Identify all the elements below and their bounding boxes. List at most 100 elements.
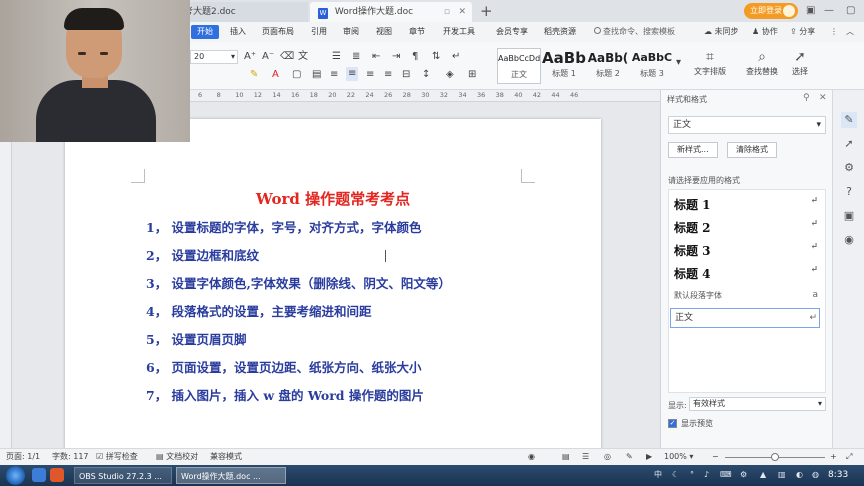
chinese-layout-icon[interactable]: ¶ xyxy=(412,50,418,64)
menu-docer[interactable]: 稻壳资源 xyxy=(544,25,576,39)
zoom-out-icon[interactable]: − xyxy=(712,451,719,463)
adjust-icon[interactable]: ⚙ xyxy=(841,160,857,176)
distribute-icon[interactable]: ⊟ xyxy=(402,68,410,82)
highlight-icon[interactable]: ✎ xyxy=(250,68,258,82)
align-right-icon[interactable]: ≡ xyxy=(366,68,374,82)
menu-insert[interactable]: 插入 xyxy=(230,25,246,39)
font-color-icon[interactable]: A xyxy=(272,68,279,82)
list-item-heading2[interactable]: 标题 2 ↵ xyxy=(674,219,820,236)
shrink-font-icon[interactable]: A⁻ xyxy=(262,50,274,64)
menu-view[interactable]: 视图 xyxy=(376,25,392,39)
tray-mic-icon[interactable]: ♪ xyxy=(704,468,709,482)
close-icon[interactable]: ✕ xyxy=(458,2,466,22)
zoom-dropdown[interactable]: 100% ▾ xyxy=(664,451,693,463)
align-center-icon[interactable]: ≡ xyxy=(346,67,359,81)
tray-network-icon[interactable]: ▥ xyxy=(778,468,786,482)
bullets-icon[interactable]: ☰ xyxy=(332,50,341,64)
tray-settings-icon[interactable]: ⚙ xyxy=(740,468,747,482)
menu-member[interactable]: 会员专享 xyxy=(496,25,528,39)
web-view-icon[interactable]: ◎ xyxy=(604,451,611,463)
char-border-icon[interactable]: ▢ xyxy=(292,68,301,82)
font-size-select[interactable]: 20 ▾ xyxy=(190,50,238,64)
ime-icon[interactable]: 中 xyxy=(654,468,662,482)
minimize-icon[interactable]: — xyxy=(824,0,834,22)
new-style-button[interactable]: 新样式... xyxy=(668,142,718,158)
indent-icon[interactable]: ⇥ xyxy=(392,50,400,64)
sort-icon[interactable]: ⇅ xyxy=(432,50,440,64)
outdent-icon[interactable]: ⇤ xyxy=(372,50,380,64)
clock[interactable]: 8:33 xyxy=(828,467,848,484)
tray-record-icon[interactable]: ◍ xyxy=(812,468,819,482)
help-icon[interactable]: ? xyxy=(841,184,857,200)
horizontal-ruler[interactable]: 6 8 10 12 14 16 18 20 22 24 26 28 30 32 34 36 38 40 42 44 46 xyxy=(190,90,660,102)
borders-icon[interactable]: ⊞ xyxy=(468,68,476,82)
list-item-heading4[interactable]: 标题 4 ↵ xyxy=(674,265,820,282)
show-select[interactable]: 有效样式 ▾ xyxy=(689,397,826,411)
close-icon[interactable]: ✕ xyxy=(819,93,827,103)
explorer-icon[interactable] xyxy=(32,468,46,482)
share-button[interactable]: ⇪ 分享 xyxy=(790,25,815,39)
phonetic-icon[interactable]: 文 xyxy=(298,50,308,64)
start-button[interactable] xyxy=(6,466,25,485)
more-icon[interactable]: ⋮ xyxy=(830,25,838,39)
list-item-normal[interactable]: 正文 ↵ xyxy=(670,308,820,328)
location-icon[interactable]: ◉ xyxy=(841,232,857,248)
taskbar-wps[interactable]: Word操作大题.doc ... xyxy=(176,467,286,484)
outline-view-icon[interactable]: ☰ xyxy=(582,451,589,463)
page-count[interactable]: 页面: 1/1 xyxy=(6,451,40,463)
tray-keyboard-icon[interactable]: ⌨ xyxy=(720,468,732,482)
list-item-heading1[interactable]: 标题 1 ↵ xyxy=(674,196,820,213)
clear-format-icon[interactable]: ⌫ xyxy=(280,50,294,64)
menu-section[interactable]: 章节 xyxy=(409,25,425,39)
menu-references[interactable]: 引用 xyxy=(311,25,327,39)
clear-format-button[interactable]: 清除格式 xyxy=(727,142,777,158)
new-tab-button[interactable]: + xyxy=(480,0,493,22)
justify-icon[interactable]: ≡ xyxy=(384,68,392,82)
style-preview-normal[interactable]: AaBbCcDd 正文 xyxy=(497,48,541,84)
write-mode-icon[interactable]: ✎ xyxy=(626,451,633,463)
text-layout-button[interactable]: ⌗ 文字排版 xyxy=(694,48,726,77)
play-icon[interactable]: ▶ xyxy=(646,451,652,463)
tray-moon-icon[interactable]: ☾ xyxy=(672,468,679,482)
menu-review[interactable]: 审阅 xyxy=(343,25,359,39)
eye-protect-icon[interactable]: ◉ xyxy=(528,451,535,463)
align-left-icon[interactable]: ≡ xyxy=(330,68,338,82)
zoom-in-icon[interactable]: + xyxy=(830,451,837,463)
select-arrow-icon[interactable]: ➚ xyxy=(841,136,857,152)
styles-more-icon[interactable]: ▾ xyxy=(676,56,681,70)
zoom-slider-thumb[interactable] xyxy=(771,453,779,461)
tab-word-main[interactable]: W Word操作大题.doc ▫ ✕ xyxy=(310,2,472,22)
char-shading-icon[interactable]: ▤ xyxy=(312,68,321,82)
page-view-icon[interactable]: ▤ xyxy=(562,451,570,463)
spell-check-button[interactable]: ☑ 拼写检查 xyxy=(96,451,138,463)
style-pen-icon[interactable]: ✎ xyxy=(841,112,857,128)
browser-icon[interactable] xyxy=(50,468,64,482)
login-button[interactable]: 立即登录 xyxy=(744,3,798,19)
paragraph-shading-icon[interactable]: ◈ xyxy=(446,68,454,82)
collapse-ribbon-icon[interactable]: ︿ xyxy=(846,25,854,39)
list-item-heading3[interactable]: 标题 3 ↵ xyxy=(674,242,820,259)
list-item-default-font[interactable]: 默认段落字体 a xyxy=(674,290,820,301)
layout-icon[interactable]: ▣ xyxy=(806,0,815,22)
tab-doc2[interactable]: 考大题2.doc xyxy=(176,2,308,22)
tray-up-icon[interactable]: ▲ xyxy=(760,468,766,482)
find-replace-button[interactable]: ⌕ 查找替换 xyxy=(746,48,778,77)
taskbar-obs[interactable]: OBS Studio 27.2.3 ... xyxy=(74,467,172,484)
word-count[interactable]: 字数: 117 xyxy=(52,451,89,463)
line-spacing-icon[interactable]: ↕ xyxy=(422,68,430,82)
style-preview-heading1[interactable]: AaBb 标题 1 xyxy=(542,48,586,84)
document-page[interactable]: Word 操作题常考考点 1， 设置标题的字体，字号，对齐方式，字体颜色 2， 设… xyxy=(65,119,601,448)
menu-page-layout[interactable]: 页面布局 xyxy=(262,25,294,39)
menu-developer[interactable]: 开发工具 xyxy=(443,25,475,39)
show-marks-icon[interactable]: ↵ xyxy=(452,50,460,64)
command-search[interactable]: 查找命令、搜索模板 xyxy=(594,25,675,39)
style-preview-heading3[interactable]: AaBbC 标题 3 xyxy=(630,48,674,84)
preview-checkbox[interactable]: ✓ xyxy=(668,419,677,428)
style-preview-heading2[interactable]: AaBb( 标题 2 xyxy=(586,48,630,84)
maximize-icon[interactable]: ▢ xyxy=(846,0,855,22)
tray-speaker-icon[interactable]: ◐ xyxy=(796,468,803,482)
current-style-select[interactable]: 正文 ▾ xyxy=(668,116,826,134)
numbering-icon[interactable]: ≣ xyxy=(352,50,360,64)
zoom-slider[interactable] xyxy=(725,453,825,461)
grow-font-icon[interactable]: A⁺ xyxy=(244,50,256,64)
